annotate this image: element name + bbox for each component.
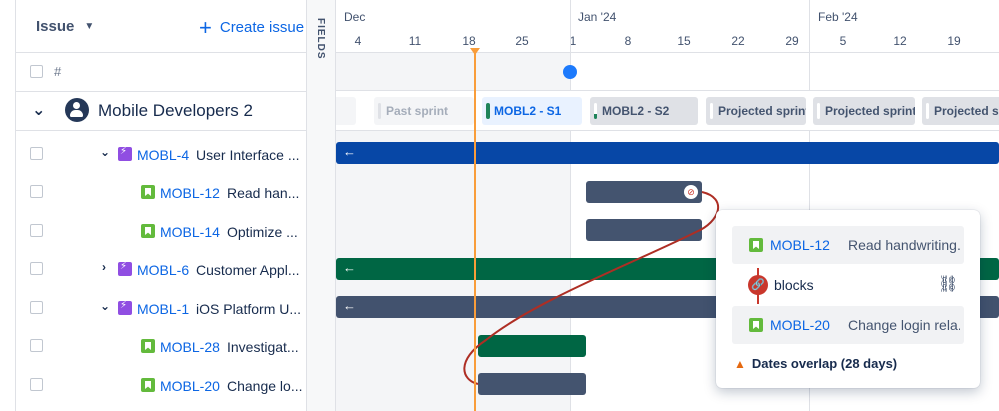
dependency-target-issue[interactable]: MOBL-20 Change login rela... — [732, 306, 964, 344]
lightning-icon — [118, 146, 132, 161]
today-line — [474, 53, 476, 411]
bookmark-icon — [749, 318, 763, 332]
issue-key[interactable]: MOBL-6 — [137, 262, 189, 278]
fields-toggle[interactable]: FIELDS — [306, 0, 336, 411]
chevron-down-icon[interactable]: ⌄ — [100, 145, 110, 159]
number-column-label: # — [54, 64, 62, 79]
row-checkbox[interactable] — [30, 147, 43, 160]
lightning-icon — [118, 261, 132, 276]
issue-row[interactable]: MOBL-12 Read han... — [16, 173, 306, 211]
issue-summary[interactable]: Investigat... — [227, 339, 299, 355]
issue-key[interactable]: MOBL-20 — [770, 317, 830, 333]
create-issue-button[interactable]: + Create issue — [199, 14, 305, 40]
issue-label: Issue — [36, 18, 75, 35]
chevron-right-icon[interactable]: › — [102, 260, 106, 274]
warning-icon: ▲ — [734, 356, 746, 371]
chevron-down-icon[interactable]: ⌄ — [100, 299, 110, 313]
issue-key[interactable]: MOBL-20 — [160, 378, 220, 394]
issue-row[interactable]: MOBL-14 Optimize ... — [16, 212, 306, 250]
team-row[interactable]: ⌄ Mobile Developers 2 — [16, 91, 306, 131]
issue-key[interactable]: MOBL-14 — [160, 224, 220, 240]
issue-summary[interactable]: iOS Platform U... — [196, 301, 301, 317]
chevron-down-icon: ▼ — [84, 21, 95, 32]
row-checkbox[interactable] — [30, 185, 43, 198]
issue-key[interactable]: MOBL-12 — [770, 237, 830, 253]
issue-row[interactable]: ⌄ MOBL-4 User Interface ... — [16, 135, 306, 173]
bookmark-icon — [141, 185, 155, 199]
issue-summary[interactable]: Change lo... — [227, 378, 303, 394]
issue-summary[interactable]: Customer Appl... — [196, 262, 300, 278]
row-checkbox[interactable] — [30, 262, 43, 275]
row-checkbox[interactable] — [30, 301, 43, 314]
today-marker — [470, 48, 480, 55]
warning-text: Dates overlap (28 days) — [751, 356, 898, 371]
fields-label: FIELDS — [315, 18, 326, 60]
team-name: Mobile Developers 2 — [98, 101, 253, 120]
issue-key[interactable]: MOBL-4 — [137, 147, 189, 163]
issue-row[interactable]: › MOBL-6 Customer Appl... — [16, 250, 306, 288]
issue-row[interactable]: MOBL-28 Investigat... — [16, 327, 306, 365]
row-checkbox[interactable] — [30, 378, 43, 391]
issue-key[interactable]: MOBL-12 — [160, 185, 220, 201]
plus-icon: + — [199, 14, 212, 40]
select-all-checkbox[interactable] — [30, 65, 43, 78]
dependency-source-issue[interactable]: MOBL-12 Read handwriting... — [732, 226, 964, 264]
overlap-warning: ▲ Dates overlap (28 days) — [734, 356, 897, 371]
issue-summary: Change login rela... — [848, 317, 960, 333]
issue-key[interactable]: MOBL-28 — [160, 339, 220, 355]
issue-summary[interactable]: User Interface ... — [196, 147, 299, 163]
dependency-popup: MOBL-12 Read handwriting... 🔗 blocks ⛓ M… — [716, 210, 980, 388]
create-issue-label: Create issue — [219, 19, 305, 36]
link-type-label: blocks — [774, 277, 814, 293]
issue-row[interactable]: ⌄ MOBL-1 iOS Platform U... — [16, 289, 306, 327]
bookmark-icon — [749, 238, 763, 252]
row-checkbox[interactable] — [30, 224, 43, 237]
bookmark-icon — [141, 224, 155, 238]
unlink-icon[interactable]: ⛓ — [938, 274, 958, 294]
team-avatar-icon — [65, 98, 89, 122]
bookmark-icon — [141, 378, 155, 392]
issue-list-panel: Issue ▼ + Create issue # ⌄ Mobile Develo… — [0, 0, 306, 411]
issue-summary[interactable]: Read han... — [227, 185, 299, 201]
link-icon: 🔗 — [748, 275, 768, 295]
bookmark-icon — [141, 339, 155, 353]
issue-summary[interactable]: Optimize ... — [227, 224, 298, 240]
issue-key[interactable]: MOBL-1 — [137, 301, 189, 317]
row-checkbox[interactable] — [30, 339, 43, 352]
issue-list-header: Issue ▼ + Create issue — [16, 0, 306, 53]
issue-row[interactable]: MOBL-20 Change lo... — [16, 366, 306, 404]
chevron-down-icon[interactable]: ⌄ — [32, 100, 45, 120]
issue-sort-button[interactable]: Issue ▼ — [36, 18, 94, 35]
select-all-row: # — [16, 53, 306, 92]
issue-summary: Read handwriting... — [848, 237, 960, 253]
lightning-icon — [118, 300, 132, 315]
